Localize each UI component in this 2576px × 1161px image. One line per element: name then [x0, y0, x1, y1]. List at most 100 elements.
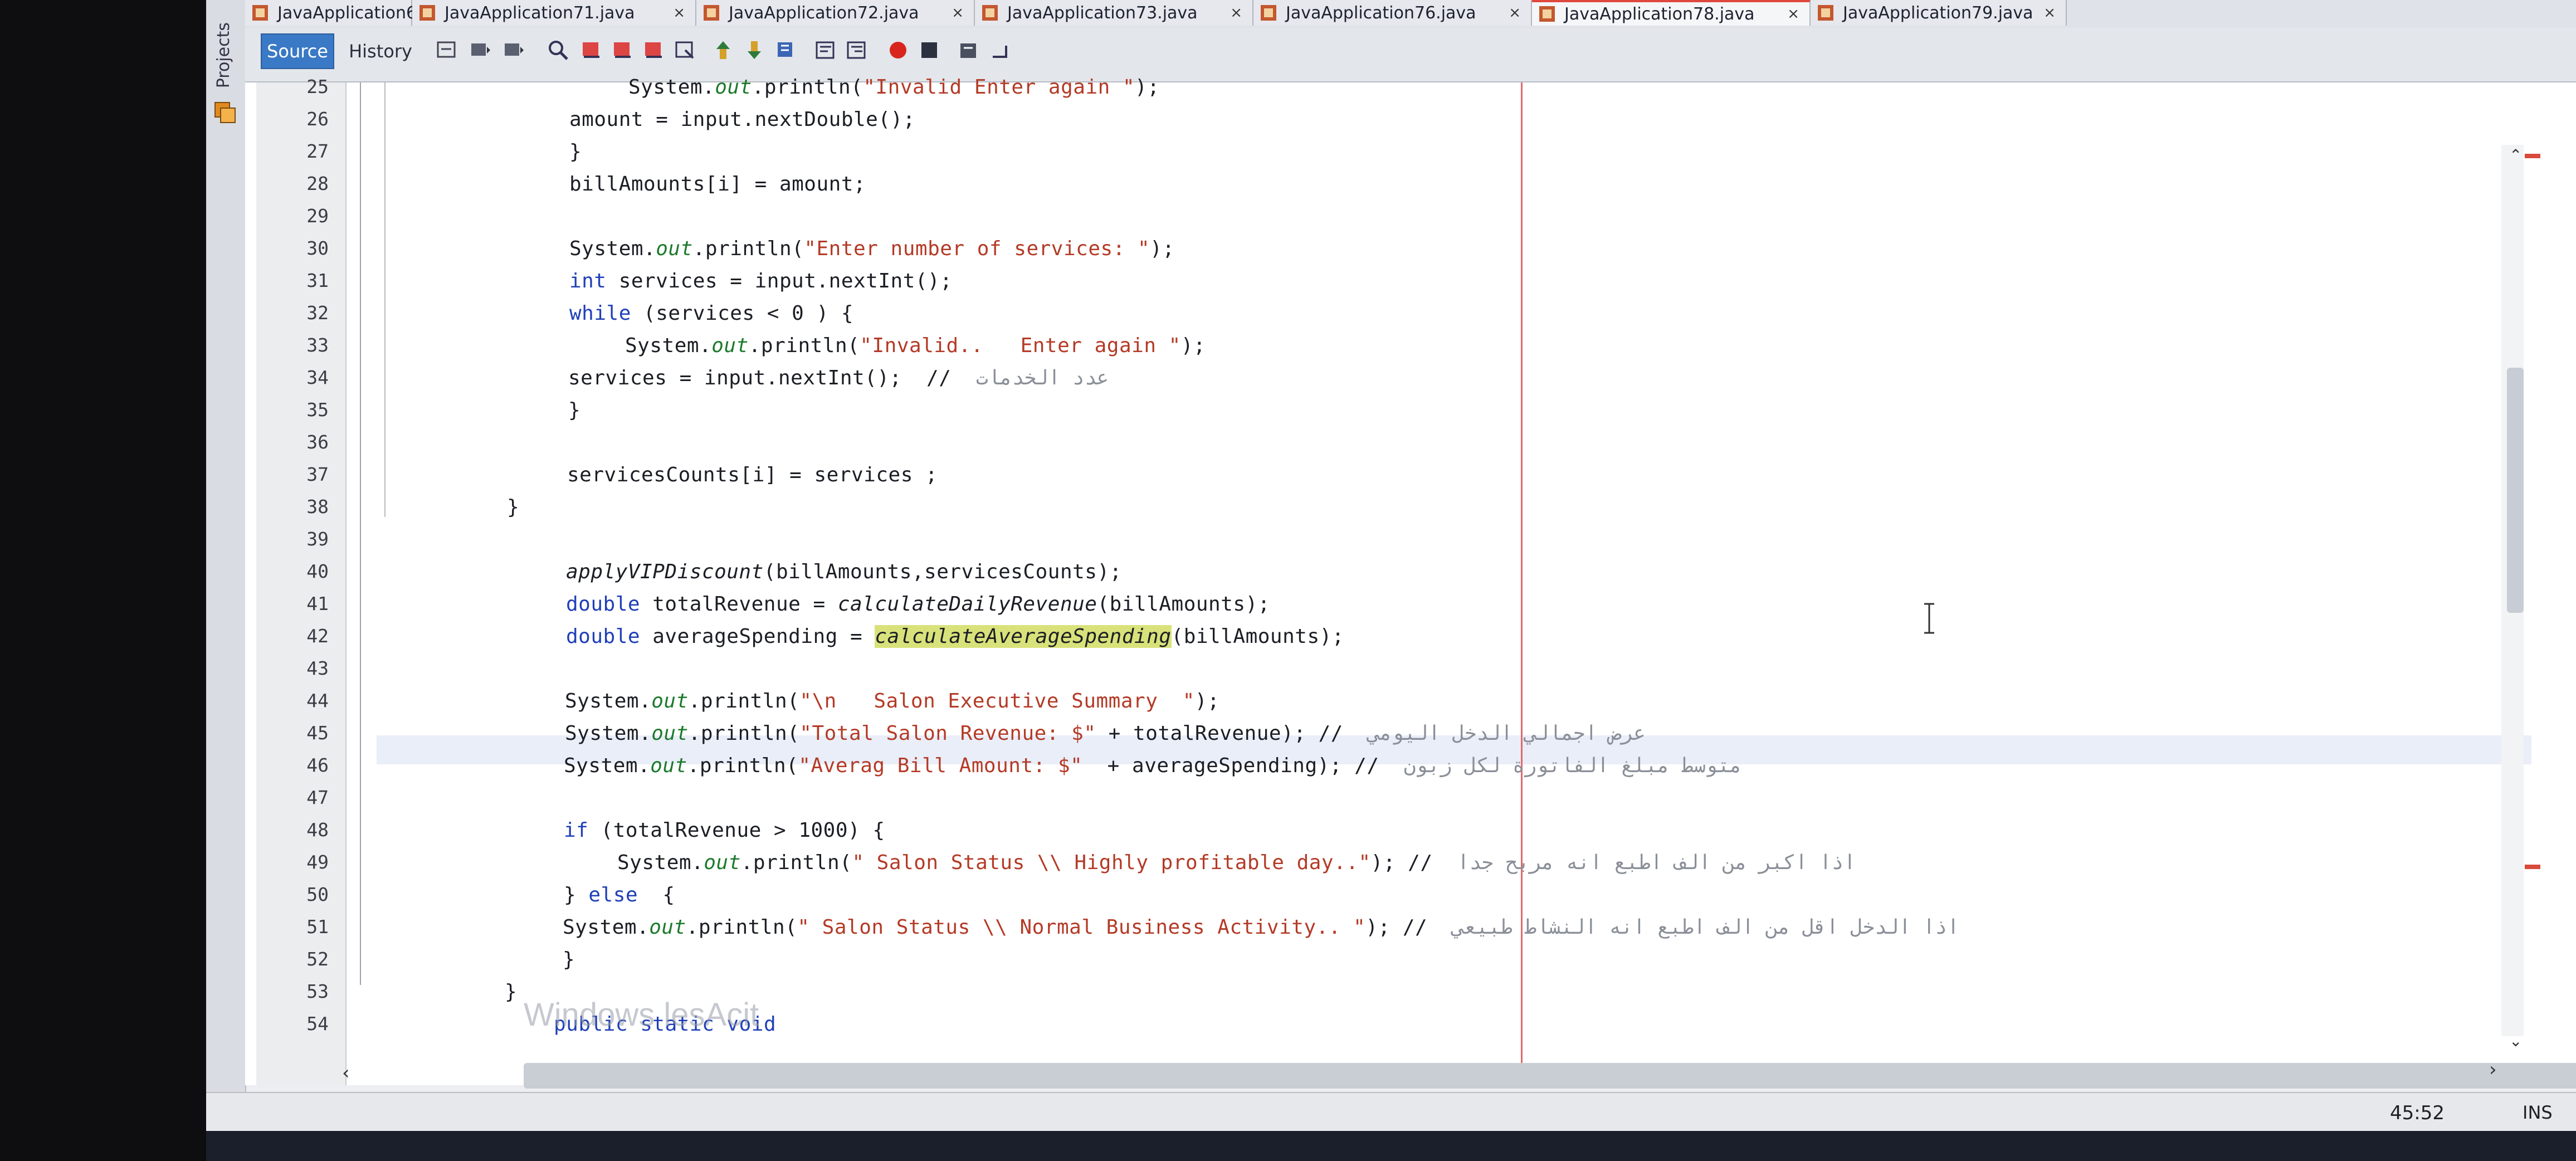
highlighted-method: calculateAverageSpending	[875, 625, 1172, 648]
line-number: 32	[306, 302, 329, 324]
close-icon[interactable]: ×	[1230, 4, 1242, 21]
line-number: 40	[306, 560, 329, 582]
code-line-53[interactable]: }	[505, 980, 517, 1003]
file-tab-78-active[interactable]: JavaApplication78.java ×	[1532, 0, 1811, 26]
fold-guide	[360, 82, 361, 985]
close-icon[interactable]: ×	[1509, 4, 1521, 21]
find-next-icon[interactable]	[611, 38, 635, 62]
horizontal-scrollbar[interactable]	[524, 1063, 2576, 1089]
stop-icon[interactable]	[917, 38, 941, 62]
tab-history[interactable]: History	[339, 33, 422, 69]
file-tab-69[interactable]: JavaApplication69.java ×	[245, 0, 480, 26]
code-editor[interactable]: 25 26 27 28 29 30 31 32 33 34 35 36 37 3…	[245, 76, 2576, 1085]
error-stripe-marker[interactable]	[2525, 865, 2540, 869]
close-icon[interactable]: ×	[2043, 4, 2056, 21]
code-line-45[interactable]: System.out.println("Total Salon Revenue:…	[565, 722, 1646, 745]
activation-watermark: Windows lesAcit	[524, 997, 759, 1033]
line-number: 54	[306, 1013, 329, 1035]
code-line-51[interactable]: System.out.println(" Salon Status \\ Nor…	[563, 916, 1959, 939]
toggle-highlight-icon[interactable]	[673, 38, 697, 62]
code-line-31[interactable]: int services = input.nextInt();	[569, 270, 952, 292]
line-number: 31	[306, 270, 329, 291]
line-number: 37	[306, 464, 329, 485]
line-number: 45	[306, 722, 329, 744]
code-line-40[interactable]: applyVIPDiscount(billAmounts,servicesCou…	[566, 560, 1122, 583]
shift-left-icon[interactable]	[813, 38, 838, 62]
insert-mode[interactable]: INS	[2523, 1102, 2553, 1123]
toggle-bookmark-icon[interactable]	[773, 38, 798, 62]
projects-panel-label[interactable]: Projects	[214, 22, 233, 88]
uncomment-icon[interactable]	[987, 38, 1012, 62]
file-tab-73[interactable]: JavaApplication73.java ×	[975, 0, 1253, 26]
code-line-49[interactable]: System.out.println(" Salon Status \\ Hig…	[617, 851, 1856, 874]
find-previous-icon[interactable]	[579, 38, 604, 62]
projects-icon[interactable]	[213, 99, 237, 124]
line-number: 39	[306, 528, 329, 550]
java-file-icon	[704, 5, 719, 21]
tab-label: JavaApplication76.java	[1286, 3, 1476, 23]
scroll-left-icon[interactable]: ‹	[342, 1062, 350, 1084]
file-tab-76[interactable]: JavaApplication76.java ×	[1253, 0, 1532, 26]
line-number: 42	[306, 625, 329, 647]
comment-icon[interactable]	[956, 38, 980, 62]
breakpoint-icon[interactable]	[886, 38, 910, 62]
code-line-48[interactable]: if (totalRevenue > 1000) {	[564, 819, 885, 842]
previous-bookmark-icon[interactable]	[711, 38, 735, 62]
error-stripe-marker[interactable]	[2525, 154, 2540, 158]
line-number: 41	[306, 593, 329, 614]
line-number: 25	[306, 76, 329, 97]
file-tab-71[interactable]: JavaApplication71.java ×	[412, 0, 696, 26]
next-bookmark-icon[interactable]	[742, 38, 767, 62]
code-line-37[interactable]: servicesCounts[i] = services ;	[567, 464, 938, 486]
line-number: 33	[306, 334, 329, 356]
line-number: 48	[306, 819, 329, 841]
code-line-27[interactable]: }	[569, 140, 582, 163]
close-icon[interactable]: ×	[673, 4, 685, 21]
code-line-25[interactable]: System.out.println("Invalid Enter again …	[628, 76, 1160, 99]
tab-source[interactable]: Source	[261, 33, 334, 69]
code-line-46[interactable]: System.out.println("Averag Bill Amount: …	[564, 754, 1742, 777]
shift-right-icon[interactable]	[845, 38, 869, 62]
line-number: 50	[306, 884, 329, 905]
code-line-52[interactable]: }	[563, 948, 575, 971]
code-line-41[interactable]: double totalRevenue = calculateDailyReve…	[566, 593, 1270, 616]
code-line-33[interactable]: System.out.println("Invalid.. Enter agai…	[625, 334, 1206, 357]
search-icon[interactable]	[546, 38, 570, 62]
close-icon[interactable]: ×	[952, 4, 964, 21]
fold-guide-inner	[384, 82, 386, 517]
close-icon[interactable]: ×	[1787, 6, 1799, 22]
file-tab-72[interactable]: JavaApplication72.java ×	[696, 0, 975, 26]
code-line-44[interactable]: System.out.println("\n Salon Executive S…	[565, 690, 1219, 713]
editor-tab-bar: JavaApplication69.java × JavaApplication…	[245, 0, 2576, 29]
scroll-down-icon[interactable]: ⌄	[2509, 1032, 2522, 1050]
java-file-icon	[1818, 5, 1833, 21]
status-bar: 45:52 INS	[206, 1092, 2576, 1130]
code-line-35[interactable]: }	[568, 399, 580, 422]
netbeans-ide-window: Projects JavaApplication69.java × JavaAp…	[206, 0, 2576, 1161]
code-line-28[interactable]: billAmounts[i] = amount;	[569, 173, 866, 196]
find-selection-icon[interactable]	[642, 38, 666, 62]
code-line-50[interactable]: } else {	[564, 884, 675, 906]
code-line-42[interactable]: double averageSpending = calculateAverag…	[566, 625, 1344, 648]
back-icon[interactable]	[468, 38, 492, 62]
line-number: 28	[306, 173, 329, 194]
java-file-icon	[419, 5, 435, 21]
code-line-26[interactable]: amount = input.nextDouble();	[569, 108, 915, 131]
forward-icon[interactable]	[501, 38, 526, 62]
scroll-up-icon[interactable]: ⌃	[2509, 146, 2522, 164]
code-line-32[interactable]: while (services < 0 ) {	[569, 302, 853, 325]
projects-side-panel[interactable]: Projects	[206, 0, 246, 1092]
file-tab-79[interactable]: JavaApplication79.java ×	[1811, 0, 2067, 26]
vertical-scrollbar-thumb[interactable]	[2507, 368, 2524, 613]
tab-label: JavaApplication72.java	[729, 3, 919, 23]
text-cursor-icon	[1924, 603, 1934, 634]
caret-position[interactable]: 45:52	[2390, 1102, 2445, 1124]
scroll-right-icon[interactable]: ›	[2489, 1058, 2497, 1081]
code-line-38[interactable]: }	[507, 496, 519, 519]
line-number: 49	[306, 851, 329, 873]
code-line-30[interactable]: System.out.println("Enter number of serv…	[569, 237, 1175, 260]
tab-label: JavaApplication71.java	[445, 3, 635, 23]
last-edit-icon[interactable]	[435, 38, 459, 62]
code-line-34[interactable]: services = input.nextInt(); // عدد الخدم…	[568, 367, 1109, 389]
line-number: 44	[306, 690, 329, 711]
